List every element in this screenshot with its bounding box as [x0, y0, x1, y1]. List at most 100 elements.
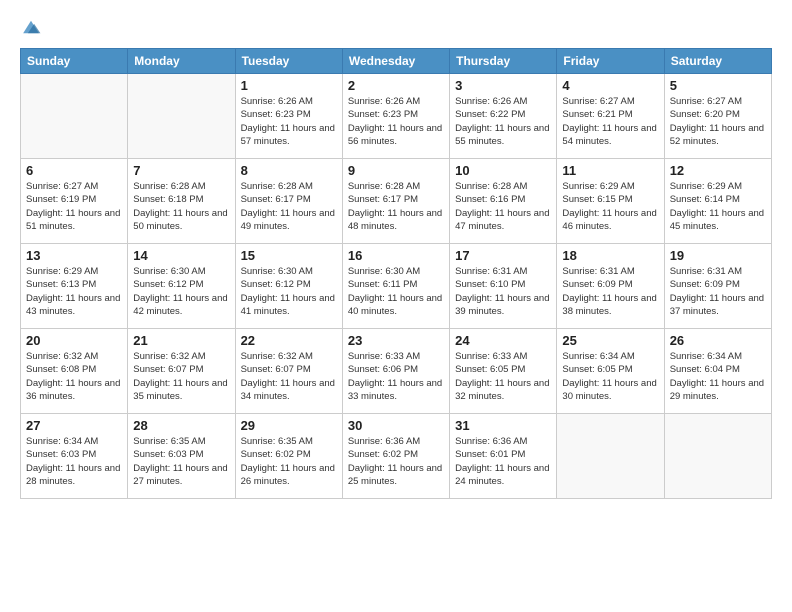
sunset-label: Sunset: 6:19 PM — [26, 194, 96, 205]
day-info: Sunrise: 6:31 AMSunset: 6:10 PMDaylight:… — [455, 265, 551, 318]
day-number: 2 — [348, 78, 444, 93]
daylight-label: Daylight: 11 hours and 25 minutes. — [348, 463, 442, 487]
day-number: 15 — [241, 248, 337, 263]
day-number: 6 — [26, 163, 122, 178]
day-info: Sunrise: 6:33 AMSunset: 6:05 PMDaylight:… — [455, 350, 551, 403]
day-info: Sunrise: 6:31 AMSunset: 6:09 PMDaylight:… — [562, 265, 658, 318]
weekday-header-tuesday: Tuesday — [235, 49, 342, 74]
calendar-table: SundayMondayTuesdayWednesdayThursdayFrid… — [20, 48, 772, 499]
sunrise-label: Sunrise: 6:34 AM — [26, 436, 98, 447]
calendar-day-5: 5Sunrise: 6:27 AMSunset: 6:20 PMDaylight… — [664, 74, 771, 159]
calendar-week-5: 27 Sunrise: 6:34 AM Sunset: 6:03 PM Dayligh… — [21, 414, 772, 499]
weekday-header-saturday: Saturday — [664, 49, 771, 74]
weekday-header-sunday: Sunday — [21, 49, 128, 74]
daylight-label: Daylight: 11 hours and 39 minutes. — [455, 293, 549, 317]
day-number: 17 — [455, 248, 551, 263]
sunrise-label: Sunrise: 6:33 AM — [348, 351, 420, 362]
daylight-label: Daylight: 11 hours and 38 minutes. — [562, 293, 656, 317]
sunset-label: Sunset: 6:12 PM — [241, 279, 311, 290]
calendar-day-24: 24Sunrise: 6:33 AMSunset: 6:05 PMDayligh… — [450, 329, 557, 414]
calendar-day-1: 1Sunrise: 6:26 AMSunset: 6:23 PMDaylight… — [235, 74, 342, 159]
logo — [20, 16, 46, 38]
daylight-label: Daylight: 11 hours and 48 minutes. — [348, 208, 442, 232]
sunrise-label: Sunrise: 6:35 AM — [241, 436, 313, 447]
day-info: Sunrise: 6:34 AMSunset: 6:05 PMDaylight:… — [562, 350, 658, 403]
day-number: 19 — [670, 248, 766, 263]
day-number: 1 — [241, 78, 337, 93]
sunset-label: Sunset: 6:09 PM — [562, 279, 632, 290]
daylight-label: Daylight: 11 hours and 45 minutes. — [670, 208, 764, 232]
day-number: 5 — [670, 78, 766, 93]
day-number: 4 — [562, 78, 658, 93]
sunrise-label: Sunrise: 6:32 AM — [241, 351, 313, 362]
sunset-label: Sunset: 6:02 PM — [348, 449, 418, 460]
sunset-label: Sunset: 6:21 PM — [562, 109, 632, 120]
day-info: Sunrise: 6:33 AMSunset: 6:06 PMDaylight:… — [348, 350, 444, 403]
sunset-label: Sunset: 6:02 PM — [241, 449, 311, 460]
sunrise-label: Sunrise: 6:34 AM — [562, 351, 634, 362]
calendar-day-empty — [557, 414, 664, 499]
calendar-day-8: 8Sunrise: 6:28 AMSunset: 6:17 PMDaylight… — [235, 159, 342, 244]
sunset-label: Sunset: 6:22 PM — [455, 109, 525, 120]
sunrise-label: Sunrise: 6:31 AM — [455, 266, 527, 277]
daylight-label: Daylight: 11 hours and 49 minutes. — [241, 208, 335, 232]
daylight-label: Daylight: 11 hours and 56 minutes. — [348, 123, 442, 147]
calendar-day-3: 3 Sunrise: 6:26 AM Sunset: 6:22 PM Daylight… — [450, 74, 557, 159]
day-info: Sunrise: 6:30 AMSunset: 6:12 PMDaylight:… — [133, 265, 229, 318]
daylight-label: Daylight: 11 hours and 27 minutes. — [133, 463, 227, 487]
daylight-label: Daylight: 11 hours and 55 minutes. — [455, 123, 549, 147]
sunset-label: Sunset: 6:09 PM — [670, 279, 740, 290]
day-info: Sunrise: 6:29 AMSunset: 6:14 PMDaylight:… — [670, 180, 766, 233]
sunrise-label: Sunrise: 6:29 AM — [562, 181, 634, 192]
daylight-label: Daylight: 11 hours and 33 minutes. — [348, 378, 442, 402]
calendar-day-10: 10Sunrise: 6:28 AMSunset: 6:16 PMDayligh… — [450, 159, 557, 244]
day-info: Sunrise: 6:29 AMSunset: 6:15 PMDaylight:… — [562, 180, 658, 233]
sunset-label: Sunset: 6:23 PM — [241, 109, 311, 120]
calendar-day-26: 26Sunrise: 6:34 AMSunset: 6:04 PMDayligh… — [664, 329, 771, 414]
daylight-label: Daylight: 11 hours and 37 minutes. — [670, 293, 764, 317]
weekday-header-row: SundayMondayTuesdayWednesdayThursdayFrid… — [21, 49, 772, 74]
sunset-label: Sunset: 6:03 PM — [26, 449, 96, 460]
calendar-day-30: 30 Sunrise: 6:36 AM Sunset: 6:02 PM Dayligh… — [342, 414, 449, 499]
day-info: Sunrise: 6:34 AMSunset: 6:03 PMDaylight:… — [26, 435, 122, 488]
day-number: 11 — [562, 163, 658, 178]
calendar-week-1: 1Sunrise: 6:26 AMSunset: 6:23 PMDaylight… — [21, 74, 772, 159]
day-number: 28 — [133, 418, 229, 433]
calendar-day-23: 23 Sunrise: 6:33 AMSunset: 6:06 PMDayligh… — [342, 329, 449, 414]
sunrise-label: Sunrise: 6:28 AM — [133, 181, 205, 192]
logo-icon — [20, 16, 42, 38]
day-number: 23 — [348, 333, 444, 348]
sunrise-label: Sunrise: 6:36 AM — [348, 436, 420, 447]
daylight-label: Daylight: 11 hours and 46 minutes. — [562, 208, 656, 232]
daylight-label: Daylight: 11 hours and 36 minutes. — [26, 378, 120, 402]
daylight-label: Daylight: 11 hours and 26 minutes. — [241, 463, 335, 487]
day-number: 31 — [455, 418, 551, 433]
calendar-day-6: 6Sunrise: 6:27 AMSunset: 6:19 PMDaylight… — [21, 159, 128, 244]
daylight-label: Daylight: 11 hours and 32 minutes. — [455, 378, 549, 402]
calendar-day-empty — [21, 74, 128, 159]
day-info: Sunrise: 6:28 AM Sunset: 6:18 PM Daylight:… — [133, 180, 229, 233]
day-info: Sunrise: 6:26 AMSunset: 6:23 PMDaylight:… — [348, 95, 444, 148]
sunrise-label: Sunrise: 6:26 AM — [455, 96, 527, 107]
sunset-label: Sunset: 6:04 PM — [670, 364, 740, 375]
calendar-day-11: 11 Sunrise: 6:29 AMSunset: 6:15 PMDayligh… — [557, 159, 664, 244]
calendar-day-17: 17 Sunrise: 6:31 AMSunset: 6:10 PMDayligh… — [450, 244, 557, 329]
calendar-day-19: 19Sunrise: 6:31 AMSunset: 6:09 PMDayligh… — [664, 244, 771, 329]
weekday-header-friday: Friday — [557, 49, 664, 74]
daylight-label: Daylight: 11 hours and 50 minutes. — [133, 208, 227, 232]
calendar-day-9: 9Sunrise: 6:28 AMSunset: 6:17 PMDaylight… — [342, 159, 449, 244]
calendar-day-31: 31Sunrise: 6:36 AMSunset: 6:01 PMDayligh… — [450, 414, 557, 499]
day-number: 22 — [241, 333, 337, 348]
day-number: 30 — [348, 418, 444, 433]
sunrise-label: Sunrise: 6:27 AM — [670, 96, 742, 107]
day-info: Sunrise: 6:32 AMSunset: 6:07 PMDaylight:… — [133, 350, 229, 403]
day-number: 3 — [455, 78, 551, 93]
day-info: Sunrise: 6:36 AM Sunset: 6:02 PM Daylight:… — [348, 435, 444, 488]
sunset-label: Sunset: 6:18 PM — [133, 194, 203, 205]
daylight-label: Daylight: 11 hours and 54 minutes. — [562, 123, 656, 147]
sunset-label: Sunset: 6:20 PM — [670, 109, 740, 120]
day-info: Sunrise: 6:35 AMSunset: 6:03 PMDaylight:… — [133, 435, 229, 488]
day-info: Sunrise: 6:34 AMSunset: 6:04 PMDaylight:… — [670, 350, 766, 403]
day-number: 27 — [26, 418, 122, 433]
sunset-label: Sunset: 6:03 PM — [133, 449, 203, 460]
